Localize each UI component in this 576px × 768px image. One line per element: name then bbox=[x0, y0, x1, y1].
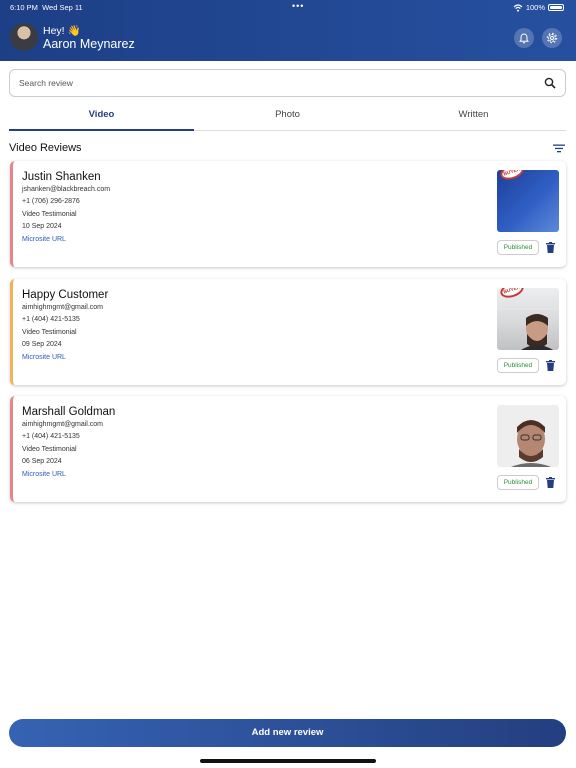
app-header: 6:10 PM Wed Sep 11 ••• 100% Hey! 👋 Aaron… bbox=[0, 0, 576, 61]
video-thumbnail[interactable] bbox=[497, 405, 559, 467]
reviewer-name: Justin Shanken bbox=[22, 171, 101, 183]
tab-written[interactable]: Written bbox=[381, 106, 566, 129]
microsite-link[interactable]: Microsite URL bbox=[22, 354, 66, 361]
trash-icon[interactable] bbox=[546, 360, 555, 371]
search-icon[interactable] bbox=[544, 77, 556, 89]
review-card[interactable]: Happy Customer aimhighmgmt@gmail.com +1 … bbox=[10, 279, 566, 385]
search-input[interactable] bbox=[19, 70, 539, 96]
tab-video[interactable]: Video bbox=[9, 106, 194, 131]
greeting: Hey! 👋 bbox=[43, 25, 81, 37]
review-date: 10 Sep 2024 bbox=[22, 223, 62, 230]
review-date: 09 Sep 2024 bbox=[22, 341, 62, 348]
review-type: Video Testimonial bbox=[22, 446, 77, 453]
trash-icon[interactable] bbox=[546, 242, 555, 253]
review-card[interactable]: Justin Shanken jshanken@blackbreach.com … bbox=[10, 161, 566, 267]
status-clock: 6:10 PM bbox=[10, 3, 38, 12]
video-thumbnail[interactable]: BUYER bbox=[497, 170, 559, 232]
tab-photo[interactable]: Photo bbox=[195, 106, 380, 129]
status-time: 6:10 PM Wed Sep 11 bbox=[10, 3, 83, 12]
reviewer-name: Marshall Goldman bbox=[22, 406, 116, 418]
battery-percent: 100% bbox=[525, 3, 545, 12]
video-thumbnail[interactable]: BUYER bbox=[497, 288, 559, 350]
reviewer-phone: +1 (404) 421-5135 bbox=[22, 433, 80, 440]
status-badge: Published bbox=[497, 475, 539, 490]
section-title: Video Reviews bbox=[9, 142, 82, 154]
notifications-button[interactable] bbox=[514, 28, 534, 48]
status-right: 100% bbox=[513, 3, 564, 12]
settings-button[interactable] bbox=[542, 28, 562, 48]
status-badge: Published bbox=[497, 358, 539, 373]
user-name: Aaron Meynarez bbox=[43, 37, 135, 51]
trash-icon[interactable] bbox=[546, 477, 555, 488]
avatar[interactable] bbox=[10, 23, 38, 51]
review-type-tabs: Video Photo Written bbox=[9, 106, 566, 131]
reviewer-email: aimhighmgmt@gmail.com bbox=[22, 421, 104, 428]
home-indicator[interactable] bbox=[200, 759, 376, 763]
add-review-button[interactable]: Add new review bbox=[9, 719, 566, 747]
gear-icon bbox=[546, 32, 558, 44]
reviewer-phone: +1 (706) 296-2876 bbox=[22, 198, 80, 205]
status-bar: 6:10 PM Wed Sep 11 ••• 100% bbox=[10, 1, 564, 13]
reviewer-name: Happy Customer bbox=[22, 289, 109, 301]
status-date: Wed Sep 11 bbox=[42, 3, 83, 12]
review-card[interactable]: Marshall Goldman aimhighmgmt@gmail.com +… bbox=[10, 396, 566, 502]
reviewer-phone: +1 (404) 421-5135 bbox=[22, 316, 80, 323]
microsite-link[interactable]: Microsite URL bbox=[22, 471, 66, 478]
review-type: Video Testimonial bbox=[22, 211, 77, 218]
review-type: Video Testimonial bbox=[22, 329, 77, 336]
bell-icon bbox=[519, 32, 529, 43]
buyer-stamp: BUYER bbox=[498, 170, 526, 183]
microsite-link[interactable]: Microsite URL bbox=[22, 236, 66, 243]
person-face bbox=[497, 405, 559, 467]
reviewer-email: aimhighmgmt@gmail.com bbox=[22, 304, 104, 311]
search-bar bbox=[9, 69, 566, 97]
review-date: 06 Sep 2024 bbox=[22, 458, 62, 465]
wifi-icon bbox=[513, 3, 523, 12]
sort-icon[interactable] bbox=[553, 144, 565, 153]
status-badge: Published bbox=[497, 240, 539, 255]
battery-icon bbox=[548, 4, 564, 11]
reviewer-email: jshanken@blackbreach.com bbox=[22, 186, 111, 193]
multitask-dots[interactable]: ••• bbox=[292, 1, 304, 11]
